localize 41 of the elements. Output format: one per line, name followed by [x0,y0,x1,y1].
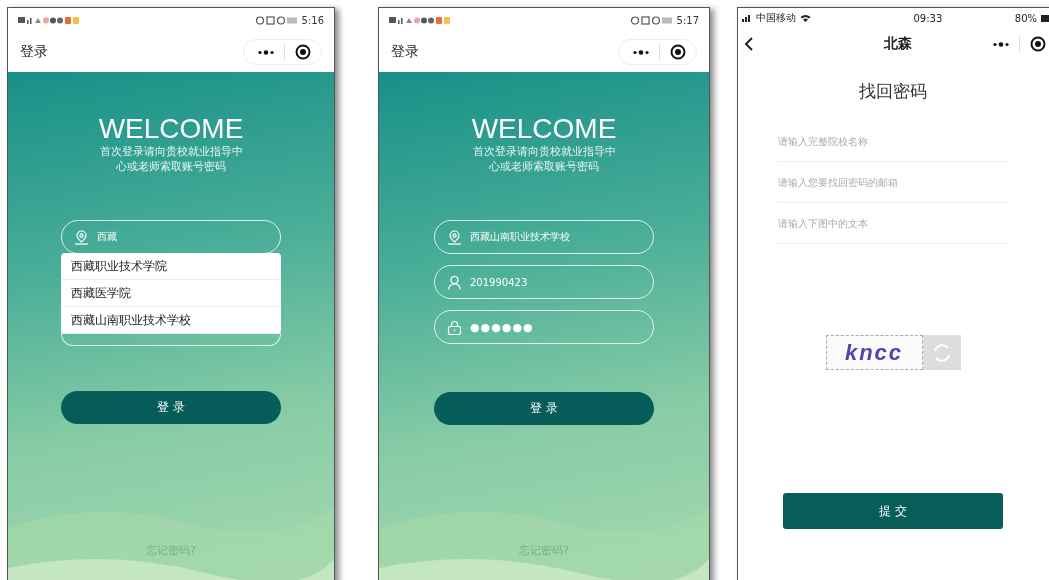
page-heading: 找回密码 [859,80,927,103]
status-icons-drawing [18,15,80,25]
battery-icon [1041,14,1049,22]
captcha-image: kncc [825,335,923,370]
input-field[interactable]: 请输入您要找回密码的邮箱 [778,162,1008,203]
suggestion-item[interactable]: 西藏医学院 [61,280,281,307]
status-icons-drawing [630,15,673,25]
battery-percent: 80% [1014,12,1037,24]
more-icon[interactable] [633,49,649,55]
welcome-subtitle: 首次登录请向贵校就业指导中心或老师索取账号密码 [99,144,243,174]
login-button[interactable]: 登 录 [434,392,654,425]
location-pin-icon [74,229,89,245]
input-field[interactable]: 请输入下图中的文本 [778,203,1008,244]
lock-icon [447,319,462,335]
suggestion-item[interactable]: 西藏山南职业技术学校 [61,307,281,334]
welcome-subtitle: 首次登录请向贵校就业指导中心或老师索取账号密码 [472,144,616,174]
target-icon[interactable] [670,44,686,60]
location-pin-icon [447,229,462,245]
status-icons-drawing [255,15,298,25]
signal-icon [742,14,752,22]
more-icon[interactable] [258,49,274,55]
status-time: 5:16 [301,14,324,26]
login-button[interactable]: 登 录 [61,391,281,424]
target-icon[interactable] [1030,36,1046,52]
person-icon [447,274,462,290]
carrier-name: 中国移动 [756,11,796,25]
target-icon[interactable] [295,44,311,60]
page-title: 北森 [883,35,913,53]
status-time: 09:33 [913,12,943,24]
welcome-heading: WELCOME [471,114,617,144]
back-icon[interactable] [744,37,753,51]
suggestion-item[interactable]: 西藏职业技术学院 [61,253,281,280]
page-title: 登录 [391,43,419,61]
submit-button[interactable]: 提 交 [783,493,1003,529]
wifi-icon [800,14,811,22]
status-icons-drawing [389,15,451,25]
status-time: 5:17 [676,14,699,26]
welcome-heading: WELCOME [98,114,244,144]
input-field[interactable]: 请输入完整院校名称 [778,121,1008,162]
page-title: 登录 [20,43,48,61]
more-icon[interactable] [993,41,1009,47]
